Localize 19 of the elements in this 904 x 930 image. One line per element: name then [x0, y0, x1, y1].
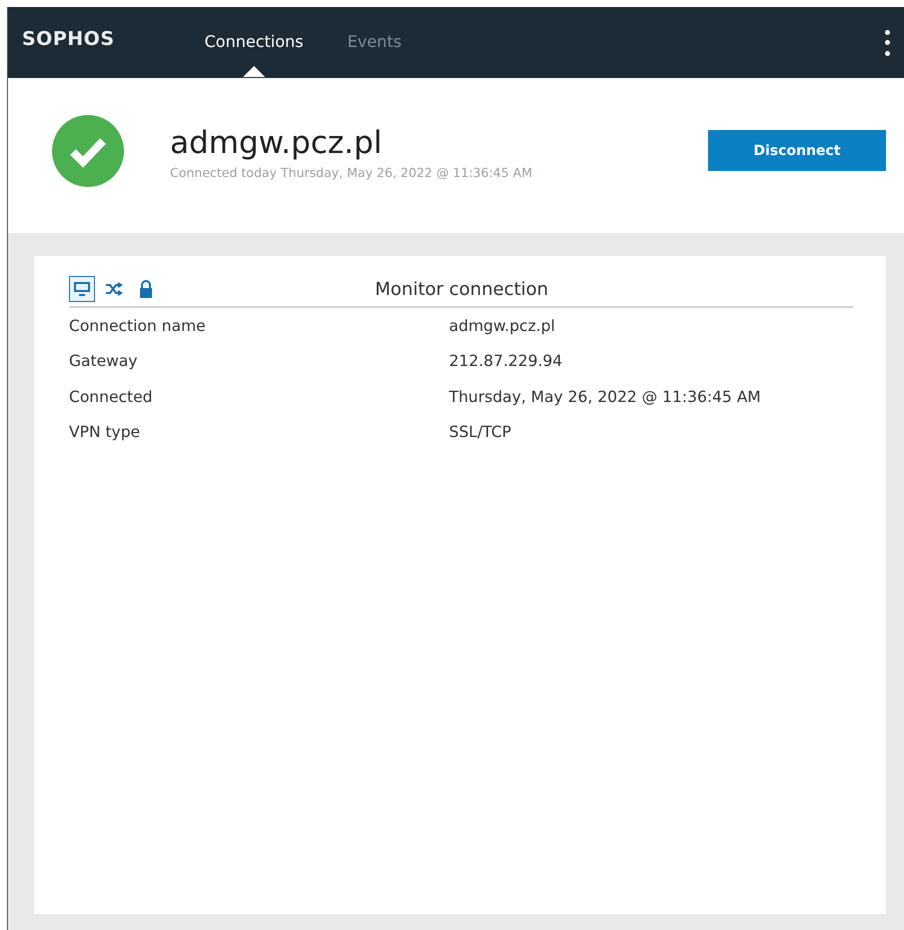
disconnect-button[interactable]: Disconnect: [708, 130, 886, 171]
field-label: VPN type: [69, 423, 142, 442]
field-value: 212.87.229.94: [449, 352, 562, 370]
view-tab[interactable]: [69, 276, 95, 302]
field-value: admgw.pcz.pl: [449, 316, 556, 335]
logo: SOPHOS: [22, 28, 114, 50]
shuffle-icon: [105, 282, 123, 296]
lock-icon: [139, 280, 153, 298]
more-menu-icon[interactable]: [884, 30, 890, 56]
field-label: Gateway: [69, 352, 138, 370]
field-value: Thursday, May 26, 2022 @ 11:36:45 AM: [449, 388, 761, 406]
connection-time: Connected today Thursday, May 26, 2022 @ 11:36:45 AM: [170, 165, 532, 180]
field-label: Connection name: [69, 316, 207, 335]
field-value: SSL/TCP: [449, 423, 512, 442]
nav-tab[interactable]: Events: [347, 6, 402, 77]
connection-name: admgw.pcz.pl: [170, 125, 384, 161]
field-label: Connected: [69, 388, 154, 406]
monitor-icon: [73, 281, 91, 297]
panel-title: Monitor connection: [375, 278, 548, 300]
